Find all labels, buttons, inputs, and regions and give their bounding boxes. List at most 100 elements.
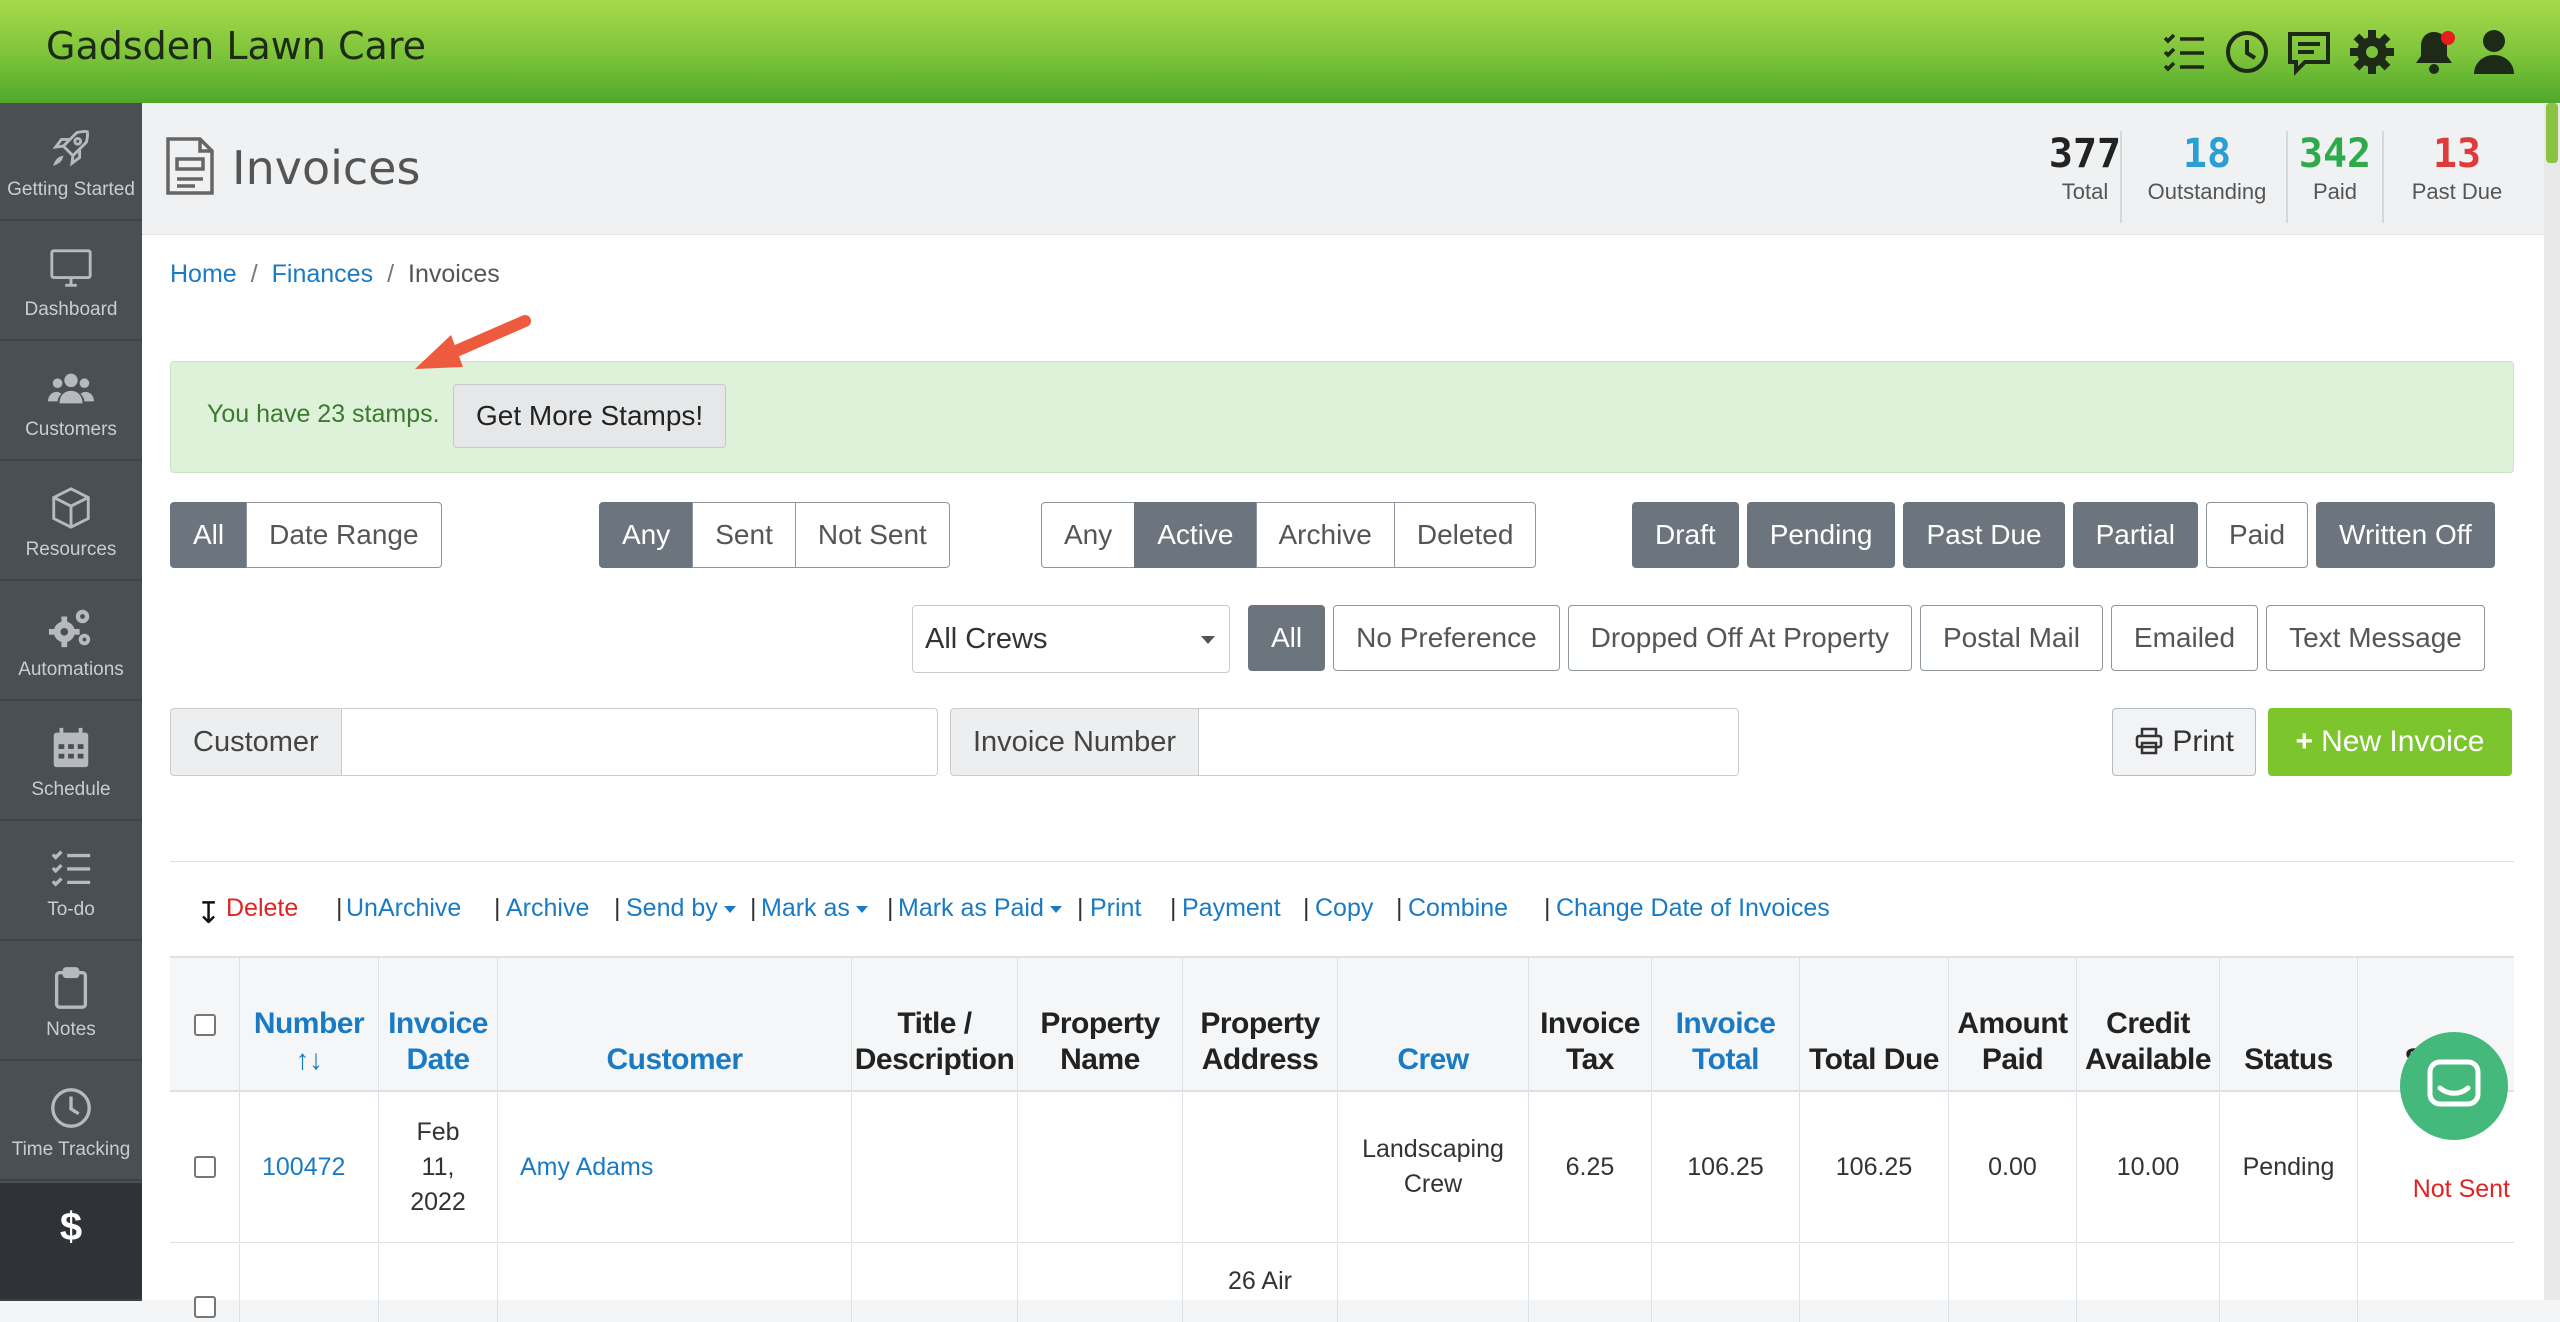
cell-invoice-total: 106.25 [1652,1092,1800,1242]
bulk-change-date[interactable]: Change Date of Invoices [1556,894,1830,923]
filter-sent[interactable]: Sent [692,502,796,568]
row-checkbox[interactable] [193,1156,216,1178]
th-credit-available: Credit Available [2077,958,2220,1092]
page-scrollbar[interactable] [2544,103,2560,1300]
filter-status-past-due[interactable]: Past Due [1903,502,2065,568]
th-total-due: Total Due [1800,958,1949,1092]
th-invoice-total[interactable]: Invoice Total [1652,958,1800,1092]
sidebar-item-dashboard[interactable]: Dashboard [0,223,142,341]
bulk-mark-as-paid[interactable]: Mark as Paid [898,894,1062,923]
table-row[interactable]: 26 Air [170,1244,2514,1322]
breadcrumb-finances[interactable]: Finances [272,260,373,288]
sidebar-item-automations[interactable]: Automations [0,583,142,701]
clock-icon[interactable] [2223,28,2271,76]
sidebar-item-resources[interactable]: Resources [0,463,142,581]
filter-delivery-emailed[interactable]: Emailed [2110,605,2259,671]
gear-icon[interactable] [2348,28,2396,76]
cell-invoice-total [1652,1244,1800,1322]
select-arrow-icon: ↧ [196,897,222,930]
filter-state-any[interactable]: Any [1041,502,1136,568]
chat-widget-button[interactable] [2400,1032,2508,1140]
table-row[interactable]: 100472 Feb 11, 2022 Amy Adams Landscapin… [170,1092,2514,1243]
sidebar-item-label: Schedule [31,779,111,800]
sidebar-item-notes[interactable]: Notes [0,943,142,1061]
filter-status-paid[interactable]: Paid [2206,502,2309,568]
filter-state-active[interactable]: Active [1134,502,1257,568]
print-button[interactable]: Print [2112,708,2256,776]
bulk-unarchive[interactable]: UnArchive [346,894,461,923]
plus-icon: + [2295,725,2314,758]
th-amount-paid: Amount Paid [1949,958,2077,1092]
th-property-name: Property Name [1018,958,1183,1092]
filter-not-sent[interactable]: Not Sent [794,502,950,568]
bulk-delete[interactable]: Delete [226,894,298,923]
tasks-icon[interactable] [2160,28,2208,76]
row-checkbox[interactable] [193,1296,216,1318]
sidebar-item-todo[interactable]: To-do [0,823,142,941]
sidebar-item-time-tracking[interactable]: Time Tracking [0,1063,142,1181]
row-select-cell [170,1244,240,1322]
sidebar-item-label: Time Tracking [11,1139,131,1160]
breadcrumb-separator: / [250,260,258,288]
bulk-combine[interactable]: Combine [1408,894,1508,923]
th-number[interactable]: Number ↑↓ [240,958,379,1092]
sidebar-item-label: Notes [46,1019,96,1040]
cell-customer[interactable]: Amy Adams [498,1092,852,1242]
th-invoice-tax: Invoice Tax [1529,958,1652,1092]
filter-status-pending[interactable]: Pending [1746,502,1896,568]
bulk-payment[interactable]: Payment [1182,894,1281,923]
caret-down-icon [1201,636,1215,644]
get-more-stamps-button[interactable]: Get More Stamps! [453,384,727,448]
cell-total-due [1800,1244,1949,1322]
filter-delivery-all[interactable]: All [1248,605,1326,671]
status-filter-group: Draft Pending Past Due Partial Paid Writ… [1632,502,2495,568]
filter-date-all[interactable]: All [170,502,248,568]
filter-state-archive[interactable]: Archive [1255,502,1395,568]
invoice-number-input[interactable] [1199,708,1740,776]
new-invoice-label: New Invoice [2321,725,2485,758]
bulk-copy[interactable]: Copy [1315,894,1373,923]
filter-delivery-dropped-off[interactable]: Dropped Off At Property [1567,605,1912,671]
filter-delivery-no-preference[interactable]: No Preference [1333,605,1560,671]
filter-delivery-text-message[interactable]: Text Message [2266,605,2485,671]
th-invoice-date[interactable]: Invoice Date [379,958,498,1092]
user-icon[interactable] [2470,28,2518,76]
sidebar-item-finances[interactable]: $ [0,1183,142,1301]
chat-bubble-icon [2427,1059,2481,1107]
th-number-label: Number [253,1007,365,1040]
sidebar-item-schedule[interactable]: Schedule [0,703,142,821]
printer-icon [2135,727,2163,755]
crew-select[interactable]: All Crews [912,605,1230,673]
bulk-print[interactable]: Print [1090,894,1141,923]
th-crew[interactable]: Crew [1338,958,1529,1092]
select-all-checkbox[interactable] [193,1014,216,1036]
cell-number[interactable] [240,1244,379,1322]
filter-delivery-postal-mail[interactable]: Postal Mail [1919,605,2103,671]
separator: | [336,894,343,922]
stamps-text: You have 23 stamps. [207,400,440,428]
scrollbar-thumb[interactable] [2546,103,2558,163]
breadcrumb-home[interactable]: Home [170,260,237,288]
customer-search-input[interactable] [341,708,938,776]
cell-title [852,1092,1018,1242]
app-title[interactable]: Gadsden Lawn Care [46,24,426,68]
bell-icon[interactable] [2410,28,2458,76]
filter-sent-any[interactable]: Any [599,502,694,568]
filter-status-partial[interactable]: Partial [2072,502,2198,568]
cell-customer [498,1244,852,1322]
th-customer[interactable]: Customer [498,958,852,1092]
filter-status-written-off[interactable]: Written Off [2316,502,2495,568]
bulk-send-by[interactable]: Send by [626,894,736,923]
bulk-mark-as[interactable]: Mark as [761,894,868,923]
bulk-archive[interactable]: Archive [506,894,589,923]
cell-property-name [1018,1092,1183,1242]
new-invoice-button[interactable]: + New Invoice [2268,708,2512,776]
sidebar-item-customers[interactable]: Customers [0,343,142,461]
sidebar-item-getting-started[interactable]: Getting Started [0,103,142,221]
stat-value: 18 [2182,131,2232,177]
chat-icon[interactable] [2285,28,2333,76]
filter-status-draft[interactable]: Draft [1632,502,1739,568]
cell-number[interactable]: 100472 [240,1092,379,1242]
filter-state-deleted[interactable]: Deleted [1393,502,1537,568]
filter-date-range[interactable]: Date Range [246,502,442,568]
